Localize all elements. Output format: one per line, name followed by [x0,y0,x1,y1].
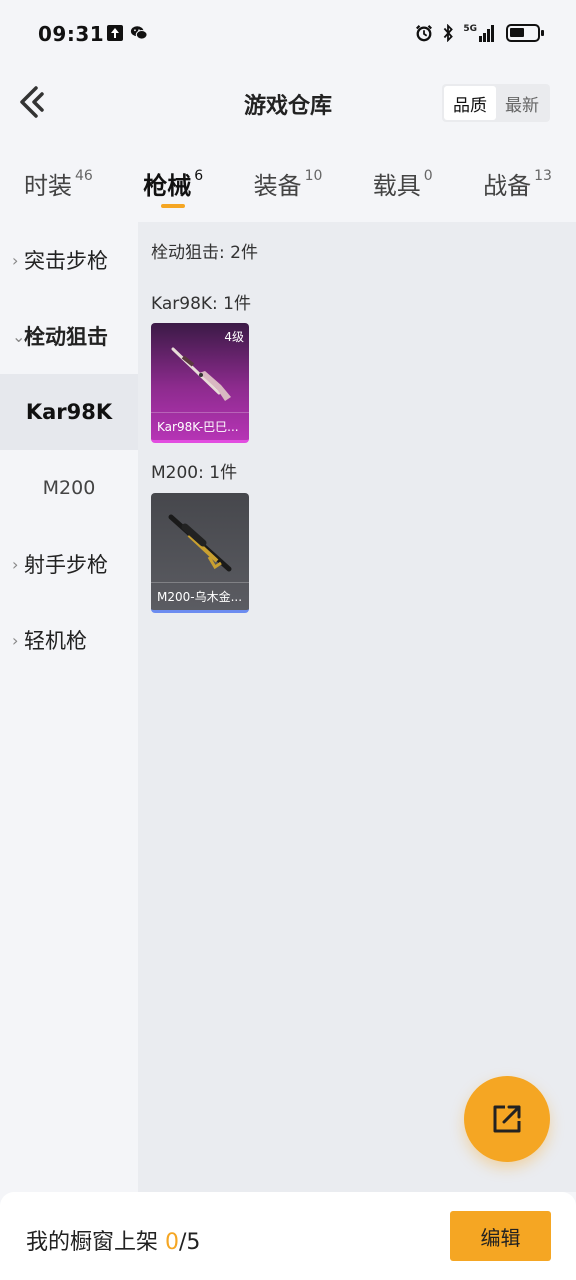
sidebar: › 突击步枪 ⌄ 栓动狙击 Kar98K M200 › 射手步枪 › 轻机枪 [0,222,138,1192]
sidebar-item-label: 轻机枪 [24,629,87,653]
header: 游戏仓库 品质 最新 [0,64,576,140]
sidebar-item-marksman-rifle[interactable]: › 射手步枪 [0,526,138,602]
item-card-kar98k[interactable]: 4级 Kar98K-巴巳... [151,323,249,443]
content-area: 栓动狙击: 2件 Kar98K: 1件 4级 Kar98K-巴巳... M200… [138,222,576,1192]
sidebar-item-label: 栓动狙击 [24,325,108,349]
wechat-icon [130,26,148,40]
tab-label: 装备 [253,172,302,200]
sidebar-item-light-machine-gun[interactable]: › 轻机枪 [0,602,138,678]
tab-count: 0 [423,168,433,184]
network-label: 5G [463,24,477,34]
tab-label: 载具 [372,172,421,200]
tab-label: 时装 [24,172,72,200]
tab-fashion[interactable]: 时装 46 [24,150,93,220]
tab-equipment[interactable]: 装备 10 [254,150,323,220]
sidebar-subitem-m200[interactable]: M200 [0,450,138,526]
sort-toggle: 品质 最新 [442,84,550,122]
upload-icon [107,25,123,41]
battery-icon [506,24,544,42]
tab-label: 战备 [483,172,532,200]
chevron-right-icon: › [12,250,19,270]
tab-count: 46 [75,168,93,184]
group-title-m200: M200: 1件 [151,463,238,483]
external-link-icon [493,1105,521,1133]
tab-count: 6 [194,168,204,184]
sidebar-item-label: 突击步枪 [24,249,108,273]
tab-label: 枪械 [143,172,192,200]
tab-guns[interactable]: 枪械 6 [143,150,203,220]
chevron-right-icon: › [12,630,19,650]
sort-quality-button[interactable]: 品质 [444,86,496,120]
shelf-status: 我的橱窗上架 0/5 [26,1224,200,1256]
group-title-kar98k: Kar98K: 1件 [151,294,251,314]
bottom-bar: 我的橱窗上架 0/5 编辑 [0,1192,576,1280]
m200-rifle-icon [168,514,232,572]
item-name: Kar98K-巴巳... [151,412,249,440]
edit-button[interactable]: 编辑 [450,1211,551,1261]
alarm-icon [416,25,433,42]
sort-newest-button[interactable]: 最新 [496,86,548,120]
section-title: 栓动狙击: 2件 [151,243,258,263]
chevron-down-icon: ⌄ [12,326,26,346]
share-fab-button[interactable] [464,1076,550,1162]
kar98k-rifle-icon [171,347,231,401]
sidebar-item-bolt-sniper[interactable]: ⌄ 栓动狙击 [0,298,138,374]
bluetooth-icon [444,24,454,42]
tab-active-indicator [161,204,186,208]
signal-5g-icon: 5G [463,24,494,42]
sidebar-subitem-kar98k[interactable]: Kar98K [0,374,138,450]
item-name: M200-乌木金... [151,582,249,610]
tab-count: 13 [534,168,552,184]
chevron-right-icon: › [12,554,19,574]
status-bar: 09:31 5G [0,0,576,64]
category-tabs: 时装 46 枪械 6 装备 10 载具 0 战备 13 [0,150,576,220]
tab-vehicles[interactable]: 载具 0 [373,150,433,220]
shelf-label: 我的橱窗上架 [26,1230,165,1255]
item-card-m200[interactable]: M200-乌木金... [151,493,249,613]
shelf-count: 0 [165,1230,179,1255]
status-time: 09:31 [38,22,105,46]
tab-battle-gear[interactable]: 战备 13 [483,150,552,220]
sidebar-item-label: 射手步枪 [24,553,108,577]
sidebar-item-assault-rifle[interactable]: › 突击步枪 [0,222,138,298]
shelf-total: /5 [179,1230,201,1255]
tab-count: 10 [304,168,323,184]
